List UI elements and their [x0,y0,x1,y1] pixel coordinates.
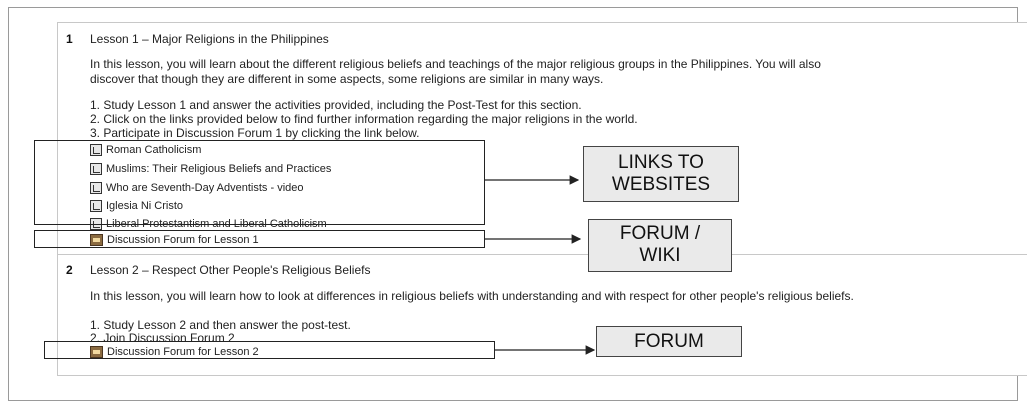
callout-forum-wiki-line-1: FORUM / [619,223,701,244]
annotation-arrows [485,175,596,355]
callout-links-to-websites: LINKS TO WEBSITES [583,146,739,202]
callout-forum-wiki-line-2: WIKI [639,245,681,266]
callout-links-line-1: LINKS TO [618,152,704,173]
callout-forum-wiki: FORUM / WIKI [588,219,732,272]
callout-links-line-2: WEBSITES [611,174,711,195]
callout-forum: FORUM [596,326,742,357]
